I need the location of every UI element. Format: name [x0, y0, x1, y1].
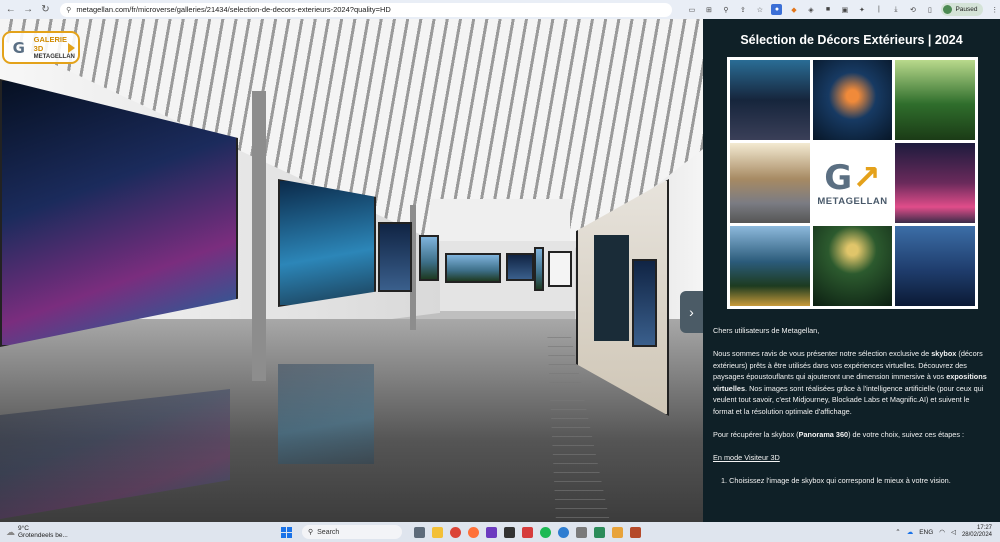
artwork-frame[interactable]: [278, 179, 376, 307]
extension-badge-icon[interactable]: ●: [771, 4, 783, 15]
app-icon[interactable]: [612, 526, 623, 538]
artwork-frame[interactable]: [506, 253, 534, 281]
menu-divider-icon: |: [878, 6, 880, 13]
skybox-thumbnail[interactable]: [812, 226, 893, 306]
zoom-icon[interactable]: ⚲: [720, 4, 731, 15]
volume-icon[interactable]: ◁: [951, 528, 956, 536]
spotify-icon[interactable]: [540, 526, 551, 538]
skybox-thumbnail[interactable]: [895, 143, 975, 223]
play-icon: [68, 43, 75, 53]
chrome-icon[interactable]: [450, 526, 461, 538]
extension-icon-2[interactable]: ■: [822, 4, 833, 15]
address-bar[interactable]: ⚲ metagellan.com/fr/microverse/galleries…: [60, 2, 673, 17]
search-icon: ⚲: [308, 529, 314, 536]
windows-start-icon[interactable]: [281, 526, 292, 538]
app-icon[interactable]: [576, 526, 587, 538]
puzzle-icon[interactable]: ✦: [856, 4, 867, 15]
skybox-thumbnail[interactable]: [895, 60, 975, 140]
pillar: [252, 91, 266, 381]
skybox-thumbnail[interactable]: [730, 226, 810, 306]
app-icon[interactable]: [522, 526, 533, 538]
share-icon[interactable]: ⇪: [737, 4, 748, 15]
bookmark-star-icon[interactable]: ☆: [754, 4, 765, 15]
profile-paused-button[interactable]: Paused: [941, 3, 984, 16]
step-1-text: 1. Choisissez l'image de skybox qui corr…: [721, 475, 951, 485]
artwork-frame[interactable]: [378, 222, 412, 292]
galerie-3d-badge[interactable]: G GALERIE 3D METAGELLAN: [2, 31, 80, 64]
skybox-thumbnail[interactable]: [730, 60, 810, 140]
extension-icon[interactable]: ◈: [805, 4, 816, 15]
greeting-text: Chers utilisateurs de Metagellan,: [713, 326, 820, 335]
info-panel-frame[interactable]: [594, 235, 629, 341]
cast-icon[interactable]: ▭: [686, 4, 697, 15]
search-label: Search: [317, 528, 340, 536]
firefox-icon[interactable]: [468, 526, 479, 538]
metagellan-logo-icon: G↗: [824, 157, 881, 198]
site-info-icon[interactable]: ⚲: [66, 6, 71, 14]
metagellan-wordmark: METAGELLAN: [817, 195, 888, 207]
howto-paragraph: Pour récupérer la skybox (Panorama 360) …: [713, 429, 965, 439]
badge-subtitle: METAGELLAN: [33, 53, 75, 60]
metagellan-logo-tile: G↗ METAGELLAN: [812, 143, 893, 223]
extension-icon-3[interactable]: ▣: [839, 4, 850, 15]
temperature: 9°C: [18, 525, 29, 532]
info-frame[interactable]: [548, 251, 572, 287]
back-button[interactable]: ←: [4, 3, 17, 17]
intro-paragraph: Nous sommes ravis de vous présenter notr…: [713, 349, 987, 416]
panel-body: Chers utilisateurs de Metagellan, Nous s…: [713, 325, 991, 498]
chevron-right-icon: ›: [689, 304, 694, 320]
task-view-icon[interactable]: [414, 526, 425, 538]
clock-time: 17:27: [976, 525, 992, 531]
skybox-thumbnail[interactable]: [812, 60, 893, 140]
windows-taskbar: ☁ 9°C Grotendeels be... ⚲ Search ⌃ ☁ ENG…: [0, 522, 1000, 542]
download-icon[interactable]: ⤓: [890, 4, 901, 15]
clock[interactable]: 17:27 28/02/2024: [962, 525, 992, 539]
artwork-frame[interactable]: [534, 247, 544, 291]
floor-reflection: [278, 364, 374, 464]
onedrive-icon[interactable]: ☁: [907, 528, 914, 536]
extension-icons: ▭ ⊞ ⚲ ⇪ ☆ ● ◆ ◈ ■ ▣ ✦ | ⤓ ⟲ ▯: [686, 4, 935, 15]
history-icon[interactable]: ⟲: [907, 4, 918, 15]
app-icon[interactable]: [558, 526, 569, 538]
app-icon[interactable]: [630, 526, 641, 538]
language-indicator[interactable]: ENG: [919, 529, 933, 536]
clock-date: 28/02/2024: [961, 532, 992, 538]
artwork-frame[interactable]: [419, 235, 439, 281]
taskbar-apps: [414, 526, 641, 538]
system-tray: ⌃ ☁ ENG ◠ ◁ 17:27 28/02/2024: [895, 525, 992, 539]
visitor-mode-link[interactable]: En mode Visiteur 3D: [713, 452, 991, 464]
gallery-3d-view[interactable]: G GALERIE 3D METAGELLAN ›: [0, 19, 703, 522]
wifi-icon[interactable]: ◠: [939, 528, 945, 536]
skybox-thumbnail[interactable]: [730, 143, 810, 223]
sidepanel-icon[interactable]: ▯: [924, 4, 935, 15]
avatar: [943, 5, 953, 14]
taskbar-search[interactable]: ⚲ Search: [302, 525, 402, 539]
artwork-frame[interactable]: [445, 253, 501, 283]
app-icon[interactable]: [504, 526, 515, 538]
toggle-panel-button[interactable]: ›: [680, 291, 703, 333]
file-explorer-icon[interactable]: [432, 526, 443, 538]
artwork-frame[interactable]: [632, 259, 657, 347]
url-text: metagellan.com/fr/microverse/galleries/2…: [76, 5, 391, 14]
metamask-icon[interactable]: ◆: [788, 4, 799, 15]
panel-title: Sélection de Décors Extérieurs | 2024: [740, 33, 963, 47]
visual-studio-icon[interactable]: [486, 526, 497, 538]
translate-icon[interactable]: ⊞: [703, 4, 714, 15]
paused-label: Paused: [955, 6, 978, 13]
weather-cloud-icon: ☁: [6, 526, 15, 537]
skybox-thumbnail[interactable]: [895, 226, 975, 306]
forward-button[interactable]: →: [21, 3, 34, 17]
skybox-mosaic: G↗ METAGELLAN: [727, 57, 978, 309]
more-menu-icon[interactable]: ⋮: [989, 4, 1000, 15]
weather-widget[interactable]: ☁ 9°C Grotendeels be...: [6, 525, 86, 539]
weather-text: Grotendeels be...: [18, 532, 68, 539]
metagellan-logo-icon: G: [12, 38, 25, 57]
info-side-panel: Sélection de Décors Extérieurs | 2024 G↗…: [703, 19, 1000, 522]
app-icon[interactable]: [594, 526, 605, 538]
chevron-up-icon[interactable]: ⌃: [895, 528, 900, 536]
reload-button[interactable]: ↻: [39, 3, 52, 17]
browser-toolbar: ← → ↻ ⚲ metagellan.com/fr/microverse/gal…: [0, 0, 1000, 19]
